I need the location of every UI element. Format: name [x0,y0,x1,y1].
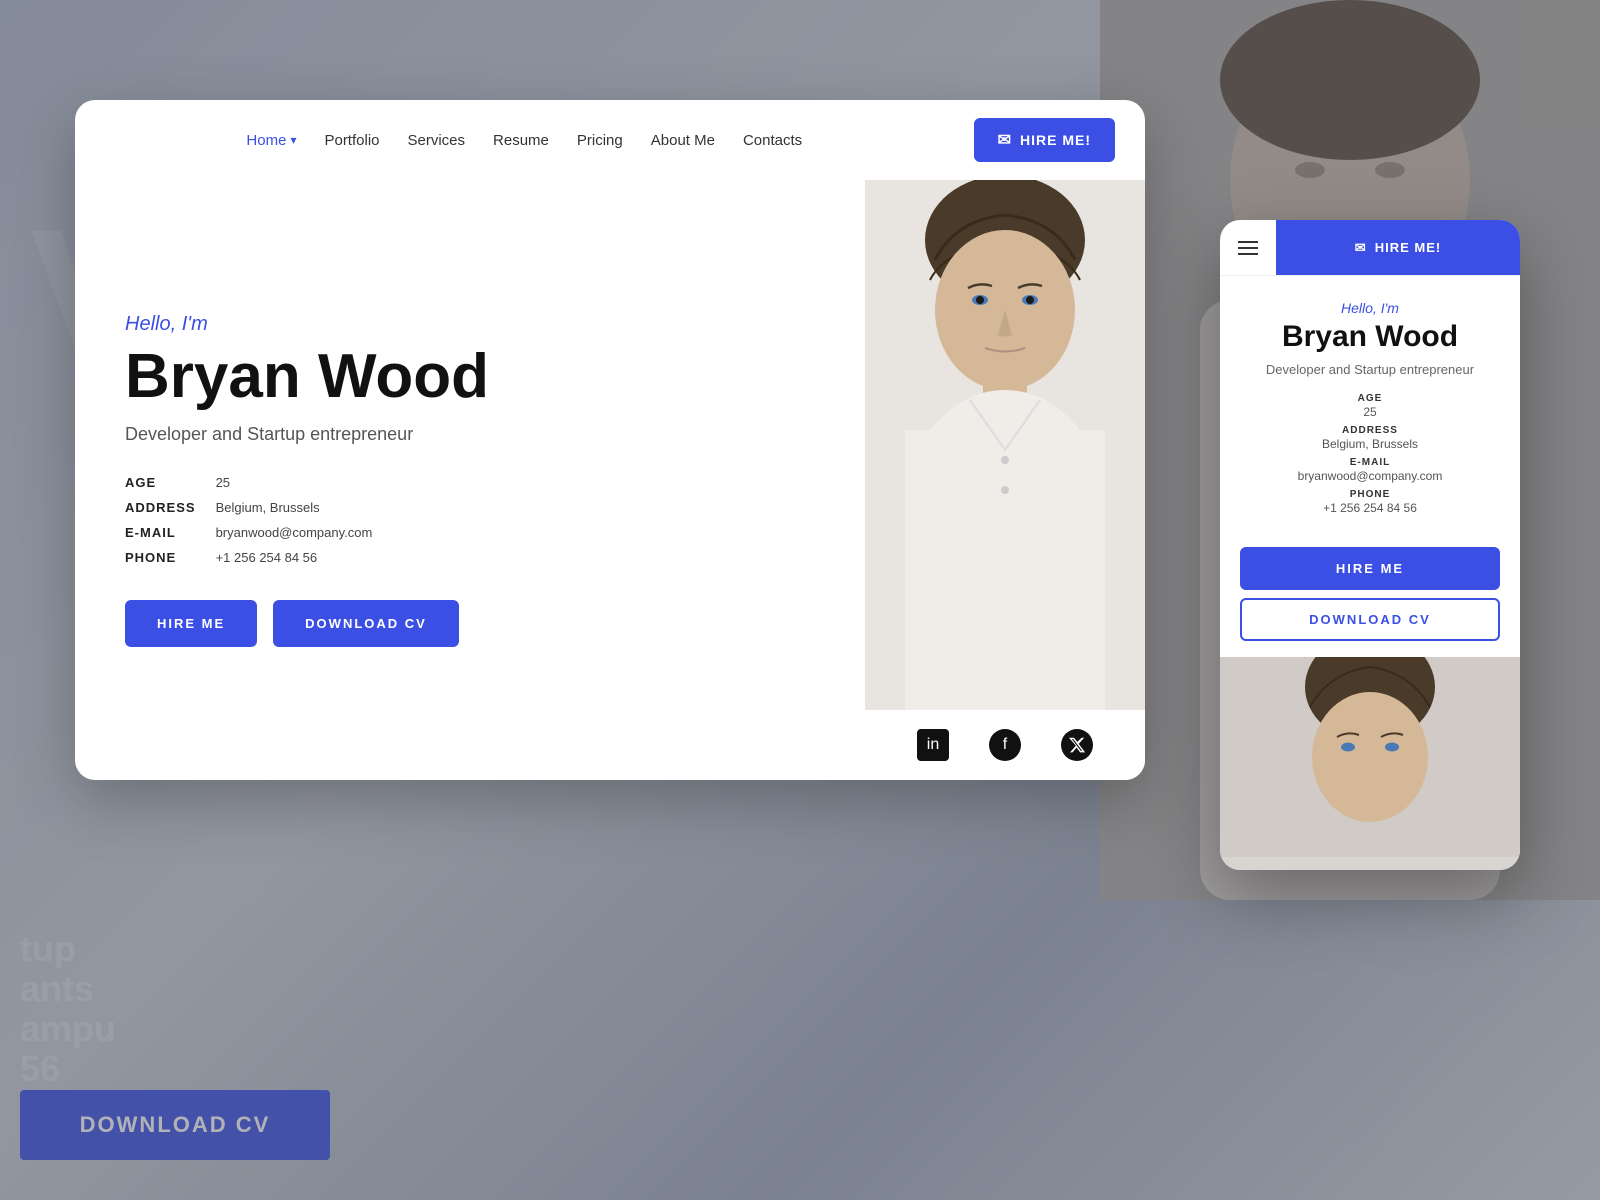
nav-item-about[interactable]: About Me [651,132,715,149]
desktop-left-panel: Hello, I'm Bryan Wood Developer and Star… [75,180,865,780]
mobile-hello-text: Hello, I'm [1240,300,1500,316]
mobile-subtitle: Developer and Startup entrepreneur [1240,362,1500,377]
subtitle-text: Developer and Startup entrepreneur [125,424,815,445]
nav-item-contacts[interactable]: Contacts [743,132,802,149]
button-row: HIRE ME DOWNLOAD CV [125,600,815,647]
address-value: Belgium, Brussels [216,500,815,515]
nav-item-pricing[interactable]: Pricing [577,132,623,149]
mobile-card: ✉ HIRE ME! Hello, I'm Bryan Wood Develop… [1220,220,1520,870]
mobile-content: Hello, I'm Bryan Wood Developer and Star… [1220,276,1520,870]
linkedin-icon[interactable]: in [917,729,949,761]
age-label: AGE [125,475,196,490]
name-heading: Bryan Wood [125,344,815,409]
mobile-age-row: AGE 25 [1240,393,1500,419]
age-value: 25 [216,475,815,490]
mobile-photo-strip [1220,657,1520,870]
desktop-content: Hello, I'm Bryan Wood Developer and Star… [75,180,1145,780]
nav-item-resume[interactable]: Resume [493,132,549,149]
hire-me-nav-button[interactable]: ✉ HIRE ME! [974,118,1115,162]
nav-items: Home Portfolio Services Resume Pricing A… [105,132,944,149]
mobile-download-cv-button[interactable]: DOWNLOAD CV [1240,598,1500,641]
desktop-photo-panel: in f [865,180,1145,780]
email-value: bryanwood@company.com [216,525,815,540]
twitter-icon[interactable] [1061,729,1093,761]
mobile-hire-nav-button[interactable]: ✉ HIRE ME! [1276,220,1520,275]
hamburger-icon [1238,241,1258,255]
download-cv-button[interactable]: DOWNLOAD CV [273,600,459,647]
phone-value: +1 256 254 84 56 [216,550,815,565]
facebook-icon[interactable]: f [989,729,1021,761]
mobile-info-panel: Hello, I'm Bryan Wood Developer and Star… [1220,276,1520,547]
phone-label: PHONE [125,550,196,565]
nav-item-home[interactable]: Home [246,132,296,149]
mobile-address-row: ADDRESS Belgium, Brussels [1240,425,1500,451]
desktop-navbar: Home Portfolio Services Resume Pricing A… [75,100,1145,180]
mobile-navbar: ✉ HIRE ME! [1220,220,1520,276]
nav-item-portfolio[interactable]: Portfolio [324,132,379,149]
nav-item-services[interactable]: Services [408,132,466,149]
mobile-mail-icon: ✉ [1355,240,1367,256]
mobile-email-row: E-MAIL bryanwood@company.com [1240,457,1500,483]
hire-me-button[interactable]: HIRE ME [125,600,257,647]
hello-text: Hello, I'm [125,313,815,336]
address-label: ADDRESS [125,500,196,515]
hamburger-menu-button[interactable] [1220,220,1276,276]
desktop-photo [865,180,1145,780]
mobile-button-panel: HIRE ME DOWNLOAD CV [1220,547,1520,657]
info-table: AGE 25 ADDRESS Belgium, Brussels E-MAIL … [125,475,815,565]
mobile-hire-me-button[interactable]: HIRE ME [1240,547,1500,590]
mobile-name-heading: Bryan Wood [1240,320,1500,354]
email-label: E-MAIL [125,525,196,540]
mobile-info-table: AGE 25 ADDRESS Belgium, Brussels E-MAIL … [1240,393,1500,515]
social-bar: in f [865,710,1145,780]
mail-icon: ✉ [998,130,1012,150]
desktop-card: Home Portfolio Services Resume Pricing A… [75,100,1145,780]
mobile-phone-row: PHONE +1 256 254 84 56 [1240,489,1500,515]
